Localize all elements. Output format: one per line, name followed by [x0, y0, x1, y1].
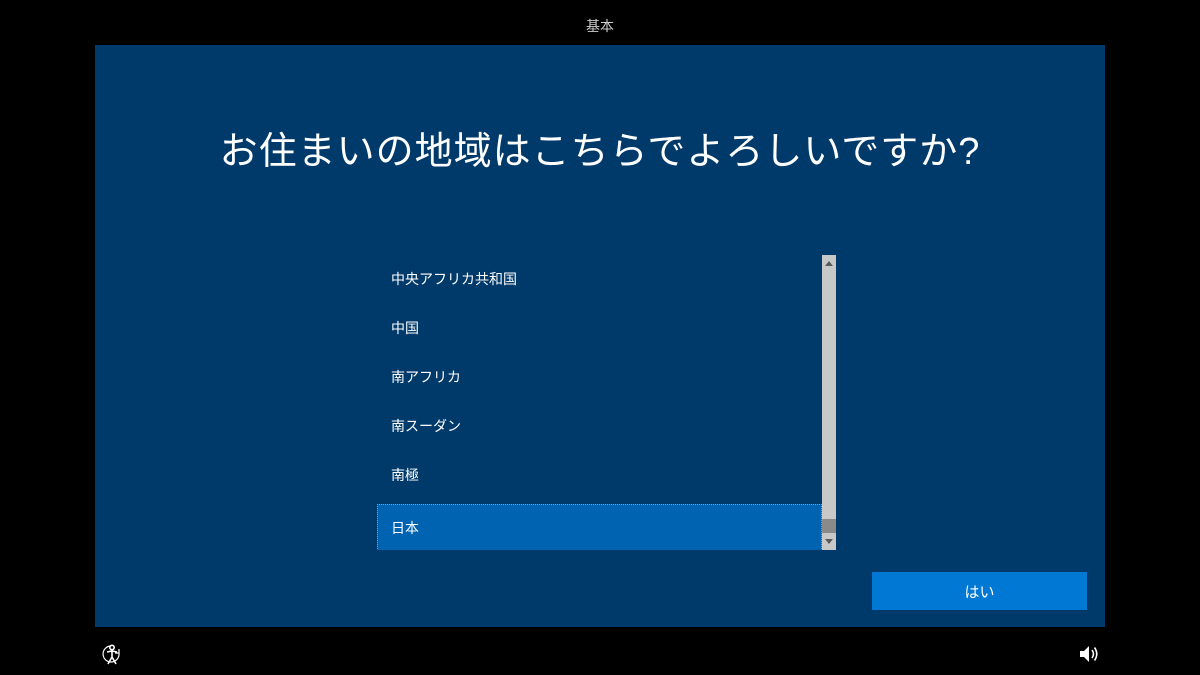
accessibility-icon[interactable]: [100, 643, 124, 667]
scroll-up-arrow[interactable]: [822, 255, 836, 272]
yes-button[interactable]: はい: [872, 572, 1087, 610]
region-list[interactable]: 中央アフリカ共和国 中国 南アフリカ 南スーダン 南極 日本: [377, 255, 822, 550]
scrollbar[interactable]: [822, 255, 836, 550]
scroll-track[interactable]: [822, 272, 836, 533]
region-item[interactable]: 南アフリカ: [377, 353, 822, 402]
scroll-thumb[interactable]: [822, 519, 836, 533]
volume-icon[interactable]: [1078, 643, 1100, 665]
region-list-wrapper: 中央アフリカ共和国 中国 南アフリカ 南スーダン 南極 日本: [377, 255, 822, 550]
page-title: お住まいの地域はこちらでよろしいですか?: [95, 120, 1105, 175]
region-item[interactable]: 中国: [377, 304, 822, 353]
tab-basic[interactable]: 基本: [506, 10, 694, 49]
bottom-icon-bar: [0, 637, 1200, 667]
main-panel: お住まいの地域はこちらでよろしいですか? 中央アフリカ共和国 中国 南アフリカ …: [95, 45, 1105, 627]
scroll-down-arrow[interactable]: [822, 533, 836, 550]
tab-bar: 基本: [0, 10, 1200, 49]
region-item[interactable]: 中央アフリカ共和国: [377, 255, 822, 304]
region-item[interactable]: 南極: [377, 451, 822, 500]
region-item[interactable]: 南スーダン: [377, 402, 822, 451]
region-item-selected[interactable]: 日本: [377, 504, 822, 550]
